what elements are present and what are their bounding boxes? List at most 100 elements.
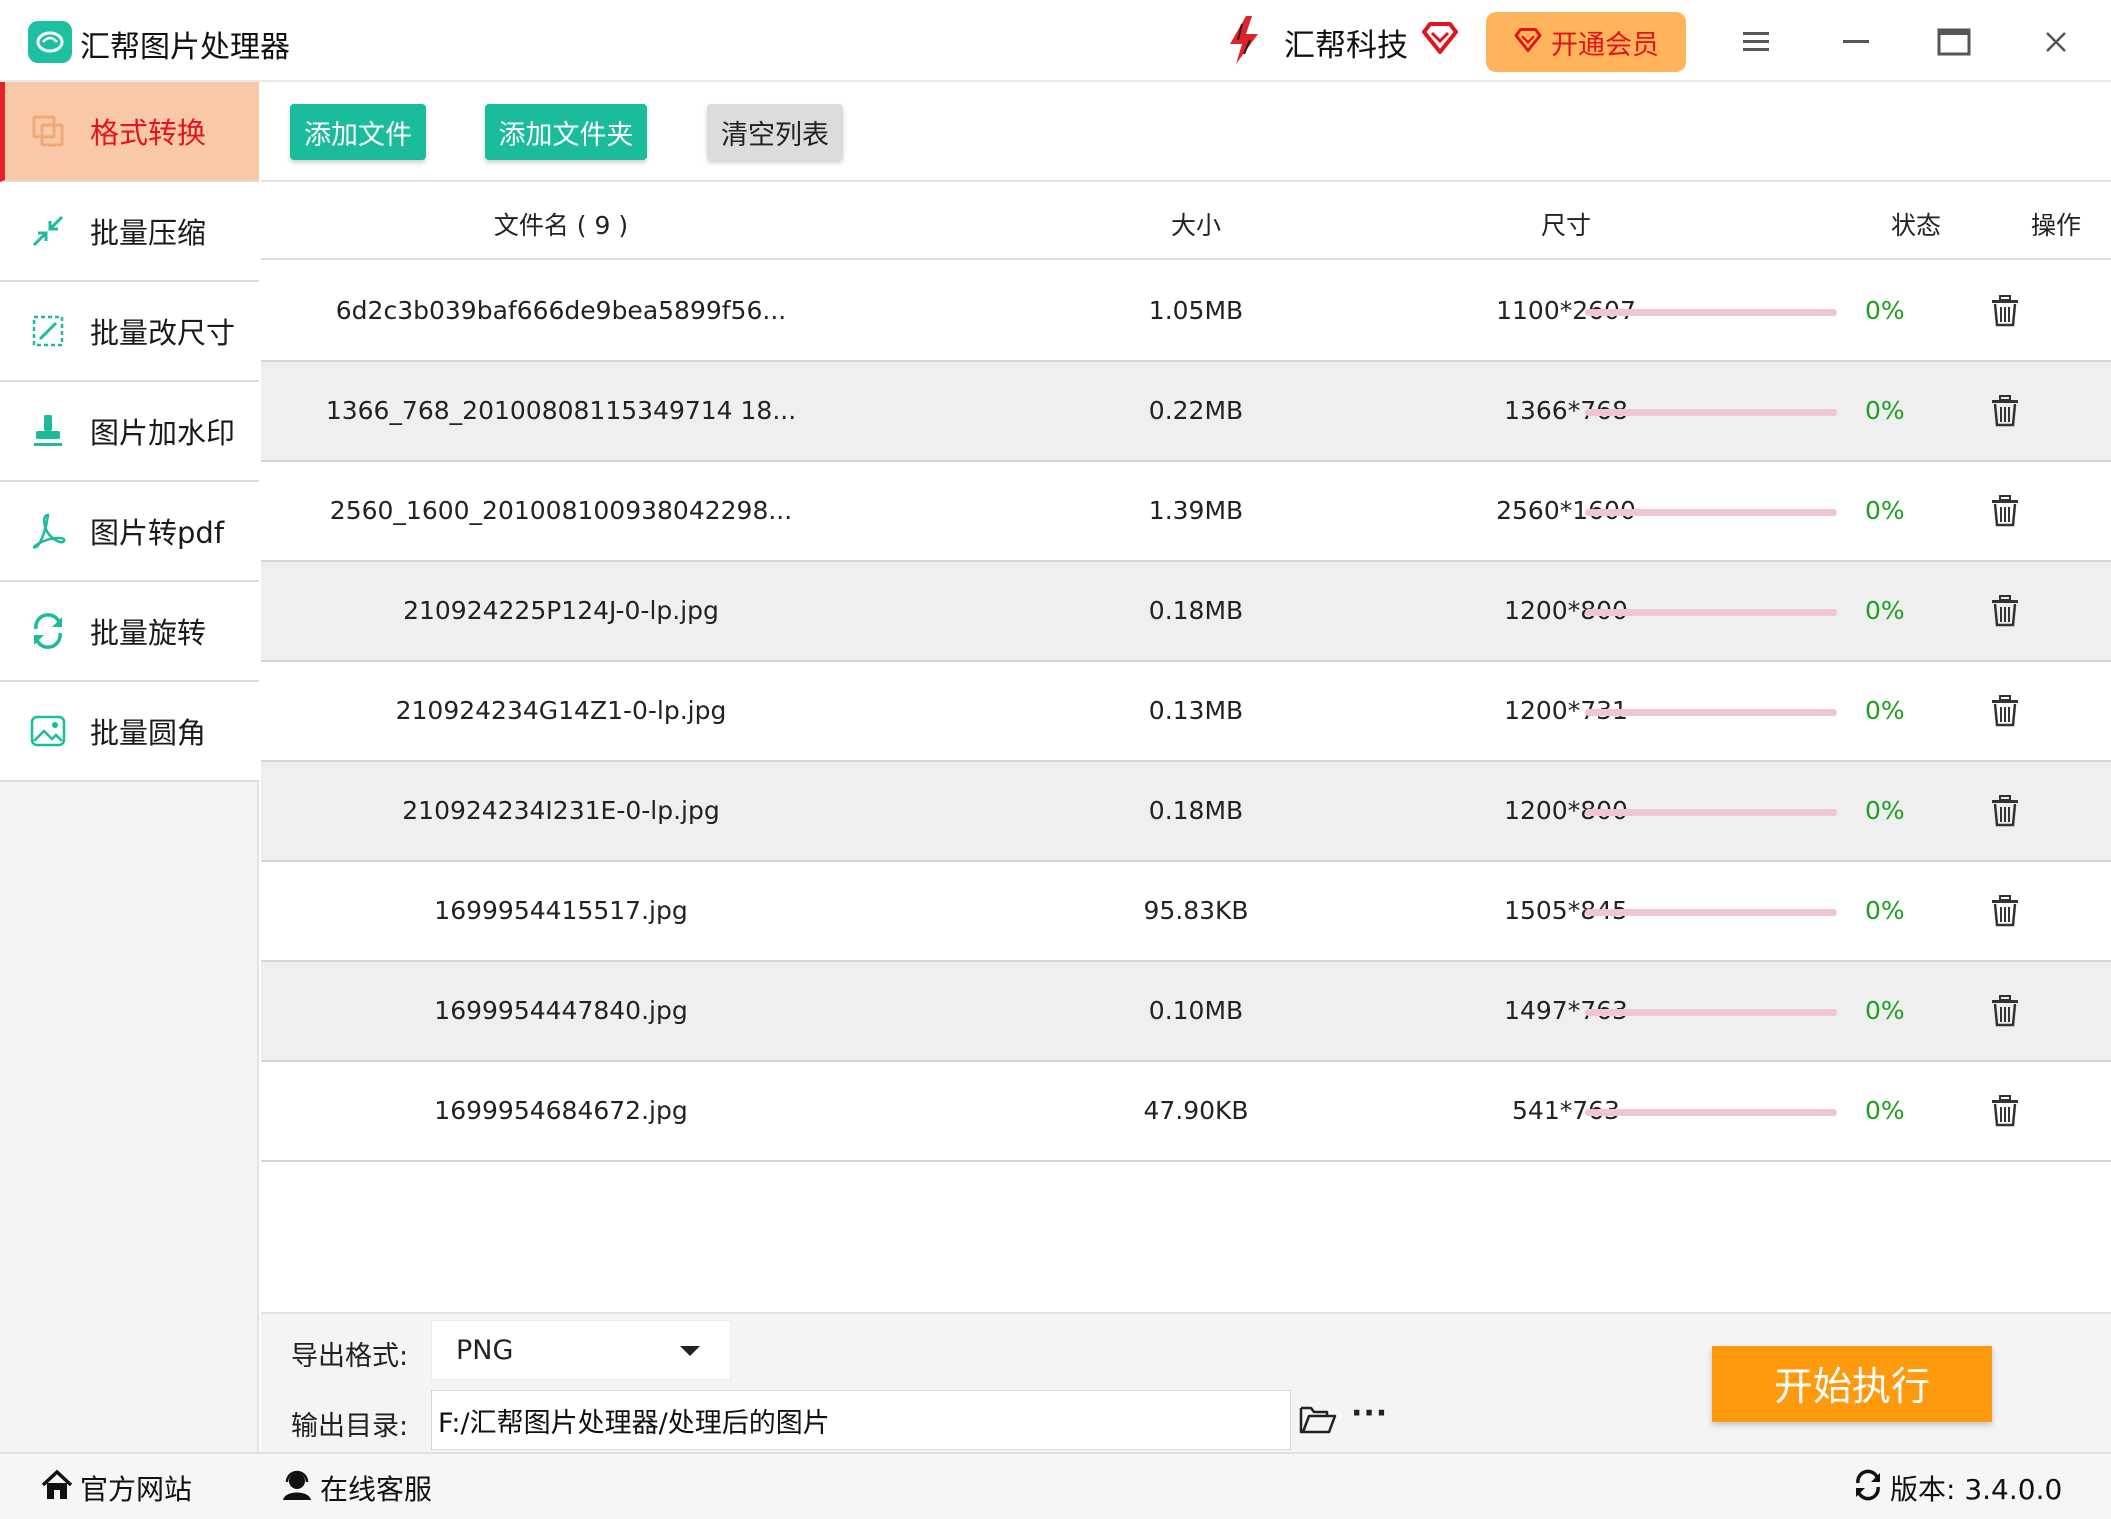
table-row[interactable]: 210924234G14Z1-0-lp.jpg 0.13MB 1200*731 0%: [261, 662, 2111, 762]
home-icon: [40, 1469, 74, 1508]
sidebar-item-label: 批量旋转: [90, 616, 207, 650]
file-size: 0.18MB: [1148, 796, 1244, 825]
table-row[interactable]: 1699954684672.jpg 47.90KB 541*763 0%: [261, 1062, 2111, 1162]
trash-icon[interactable]: [1991, 795, 2019, 827]
file-name: 1699954684672.jpg: [434, 1096, 688, 1125]
table-row[interactable]: 210924234I231E-0-lp.jpg 0.18MB 1200*800 0%: [261, 762, 2111, 862]
file-name: 2560_1600_201008100938042298...: [329, 496, 793, 525]
file-size: 1.39MB: [1148, 496, 1244, 525]
online-support-label: 在线客服: [320, 1473, 433, 1506]
vip-button-label: 开通会员: [1551, 29, 1659, 61]
sidebar-item-label: 图片转pdf: [90, 516, 225, 550]
app-title: 汇帮图片处理器: [80, 30, 290, 65]
sidebar-item-label: 批量改尺寸: [90, 316, 236, 350]
rotate-icon: [28, 608, 88, 654]
progress-percent: 0%: [1865, 296, 1905, 325]
chevron-down-icon: [680, 1346, 700, 1356]
file-table: 文件名 ( 9 ) 大小 尺寸 状态 操作 6d2c3b039baf666de9…: [261, 182, 2111, 1312]
rounded-corner-icon: [28, 708, 88, 754]
trash-icon[interactable]: [1991, 995, 2019, 1027]
maximize-icon[interactable]: [1932, 20, 1976, 64]
trash-icon[interactable]: [1991, 695, 2019, 727]
app-logo-icon: [28, 21, 72, 63]
progress-percent: 0%: [1865, 896, 1905, 925]
file-name: 6d2c3b039baf666de9bea5899f56...: [335, 296, 787, 325]
format-label: 导出格式:: [291, 1341, 409, 1372]
trash-icon[interactable]: [1991, 495, 2019, 527]
progress-bar: [1585, 1109, 1837, 1116]
folder-open-icon[interactable]: [1299, 1402, 1339, 1438]
file-size: 1.05MB: [1148, 296, 1244, 325]
table-header: 文件名 ( 9 ) 大小 尺寸 状态 操作: [261, 182, 2111, 260]
trash-icon[interactable]: [1991, 295, 2019, 327]
file-name: 210924234I231E-0-lp.jpg: [402, 796, 720, 825]
column-header-action: 操作: [2030, 211, 2081, 240]
column-header-filename: 文件名 ( 9 ): [493, 211, 629, 240]
output-dir-label: 输出目录:: [291, 1411, 409, 1442]
file-size: 0.10MB: [1148, 996, 1244, 1025]
menu-icon[interactable]: [1734, 20, 1778, 64]
output-dir-input[interactable]: [431, 1390, 1291, 1450]
progress-percent: 0%: [1865, 396, 1905, 425]
file-size: 0.13MB: [1148, 696, 1244, 725]
file-size: 47.90KB: [1143, 1096, 1249, 1125]
sidebar-item-watermark[interactable]: 图片加水印: [0, 382, 259, 482]
diamond-icon: [1513, 25, 1543, 59]
table-row[interactable]: 1366_768_20100808115349714 18... 0.22MB 13…: [261, 362, 2111, 462]
sidebar-item-batch-resize[interactable]: 批量改尺寸: [0, 282, 259, 382]
sidebar-item-batch-compress[interactable]: 批量压缩: [0, 182, 259, 282]
convert-icon: [28, 108, 88, 154]
trash-icon[interactable]: [1991, 395, 2019, 427]
vip-button[interactable]: 开通会员: [1486, 12, 1686, 72]
version-label: 版本: 3.4.0.0: [1890, 1473, 2063, 1506]
sidebar-item-label: 批量圆角: [90, 716, 207, 750]
resize-icon: [28, 308, 88, 354]
compress-icon: [28, 208, 88, 254]
progress-percent: 0%: [1865, 796, 1905, 825]
table-row[interactable]: 6d2c3b039baf666de9bea5899f56... 1.05MB 110…: [261, 262, 2111, 362]
sidebar-item-rounded-corners[interactable]: 批量圆角: [0, 682, 259, 782]
file-name: 1699954415517.jpg: [434, 896, 688, 925]
trash-icon[interactable]: [1991, 595, 2019, 627]
more-options-icon[interactable]: ···: [1351, 1399, 1391, 1434]
official-website-link[interactable]: 官方网站: [40, 1468, 192, 1508]
file-name: 210924234G14Z1-0-lp.jpg: [395, 696, 727, 725]
progress-bar: [1585, 509, 1837, 516]
minimize-icon[interactable]: [1834, 20, 1878, 64]
column-header-size: 大小: [1170, 211, 1221, 240]
table-row[interactable]: 210924225P124J-0-lp.jpg 0.18MB 1200*800 0%: [261, 562, 2111, 662]
format-select[interactable]: PNG: [431, 1320, 731, 1380]
file-size: 0.18MB: [1148, 596, 1244, 625]
table-row[interactable]: 2560_1600_201008100938042298... 1.39MB 256…: [261, 462, 2111, 562]
table-row[interactable]: 1699954447840.jpg 0.10MB 1497*763 0%: [261, 962, 2111, 1062]
start-button[interactable]: 开始执行: [1712, 1346, 1992, 1422]
progress-percent: 0%: [1865, 1096, 1905, 1125]
progress-bar: [1585, 909, 1837, 916]
online-support-link[interactable]: 在线客服: [280, 1468, 432, 1508]
sidebar-item-label: 批量压缩: [90, 216, 207, 250]
sidebar-item-label: 格式转换: [90, 116, 207, 150]
watermark-icon: [28, 408, 88, 454]
close-icon[interactable]: [2034, 20, 2078, 64]
trash-icon[interactable]: [1991, 895, 2019, 927]
sidebar-item-label: 图片加水印: [90, 416, 236, 450]
progress-bar: [1585, 409, 1837, 416]
progress-bar: [1585, 709, 1837, 716]
table-row[interactable]: 1699954415517.jpg 95.83KB 1505*845 0%: [261, 862, 2111, 962]
sidebar-item-to-pdf[interactable]: 图片转pdf: [0, 482, 259, 582]
title-bar: 汇帮图片处理器 汇帮科技 开通会员: [0, 0, 2111, 82]
trash-icon[interactable]: [1991, 1095, 2019, 1127]
add-folder-button[interactable]: 添加文件夹: [485, 104, 647, 160]
sidebar-item-format-convert[interactable]: 格式转换: [0, 82, 259, 182]
brand-name: 汇帮科技: [1284, 28, 1408, 64]
file-name: 210924225P124J-0-lp.jpg: [403, 596, 719, 625]
column-header-status: 状态: [1890, 211, 1941, 240]
pdf-icon: [28, 508, 88, 554]
sidebar-item-batch-rotate[interactable]: 批量旋转: [0, 582, 259, 682]
progress-bar: [1585, 309, 1837, 316]
clear-list-button[interactable]: 清空列表: [707, 104, 843, 160]
toolbar: 添加文件 添加文件夹 清空列表: [261, 84, 2111, 182]
refresh-icon[interactable]: [1852, 1469, 1884, 1508]
output-settings-panel: 导出格式: PNG 输出目录: ··· 开始执行: [261, 1312, 2111, 1452]
add-file-button[interactable]: 添加文件: [290, 104, 426, 160]
